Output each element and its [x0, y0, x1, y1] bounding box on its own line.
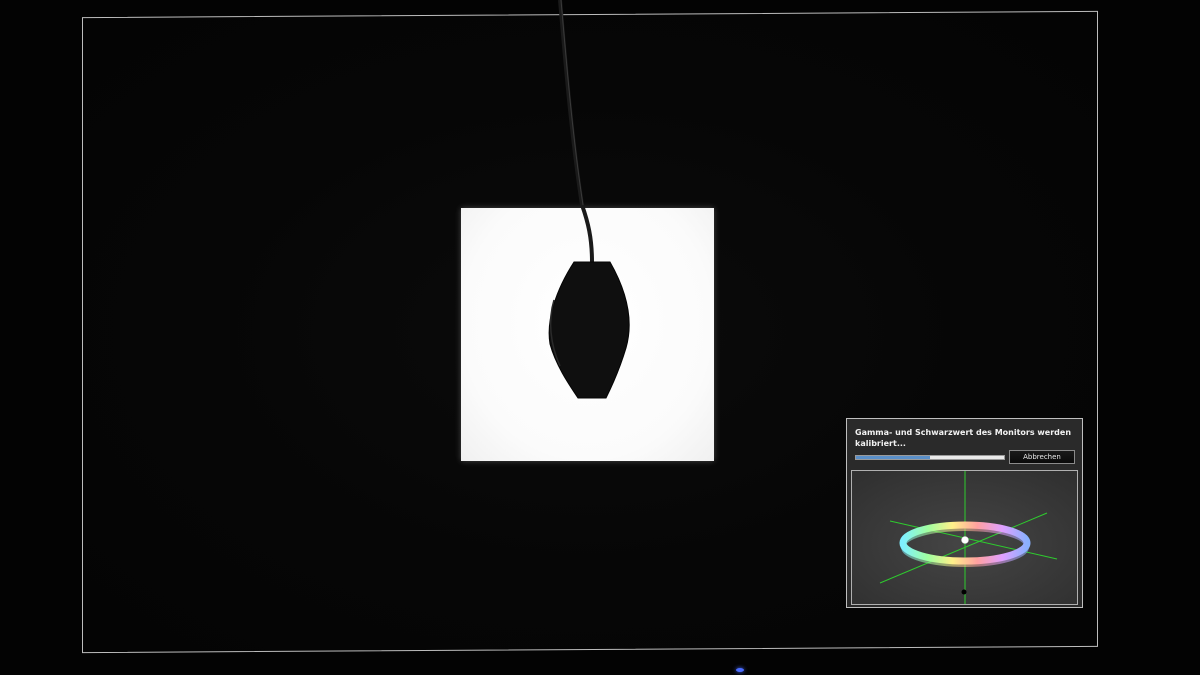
- black-point-marker: [961, 589, 967, 595]
- white-point-marker: [961, 536, 969, 544]
- calibration-dialog: Gamma- und Schwarzwert des Monitors werd…: [846, 418, 1083, 608]
- dialog-status-text: Gamma- und Schwarzwert des Monitors werd…: [855, 428, 1072, 448]
- gamut-3d-viewer[interactable]: [851, 470, 1078, 605]
- calibration-photo: Gamma- und Schwarzwert des Monitors werd…: [0, 0, 1200, 675]
- white-measurement-patch: [461, 208, 714, 461]
- cancel-button[interactable]: Abbrechen: [1009, 450, 1075, 464]
- calibration-progress-fill: [856, 456, 930, 459]
- gamut-visualization: [852, 471, 1077, 604]
- monitor-power-led-icon: [736, 668, 744, 672]
- calibration-progress-bar: [855, 455, 1005, 460]
